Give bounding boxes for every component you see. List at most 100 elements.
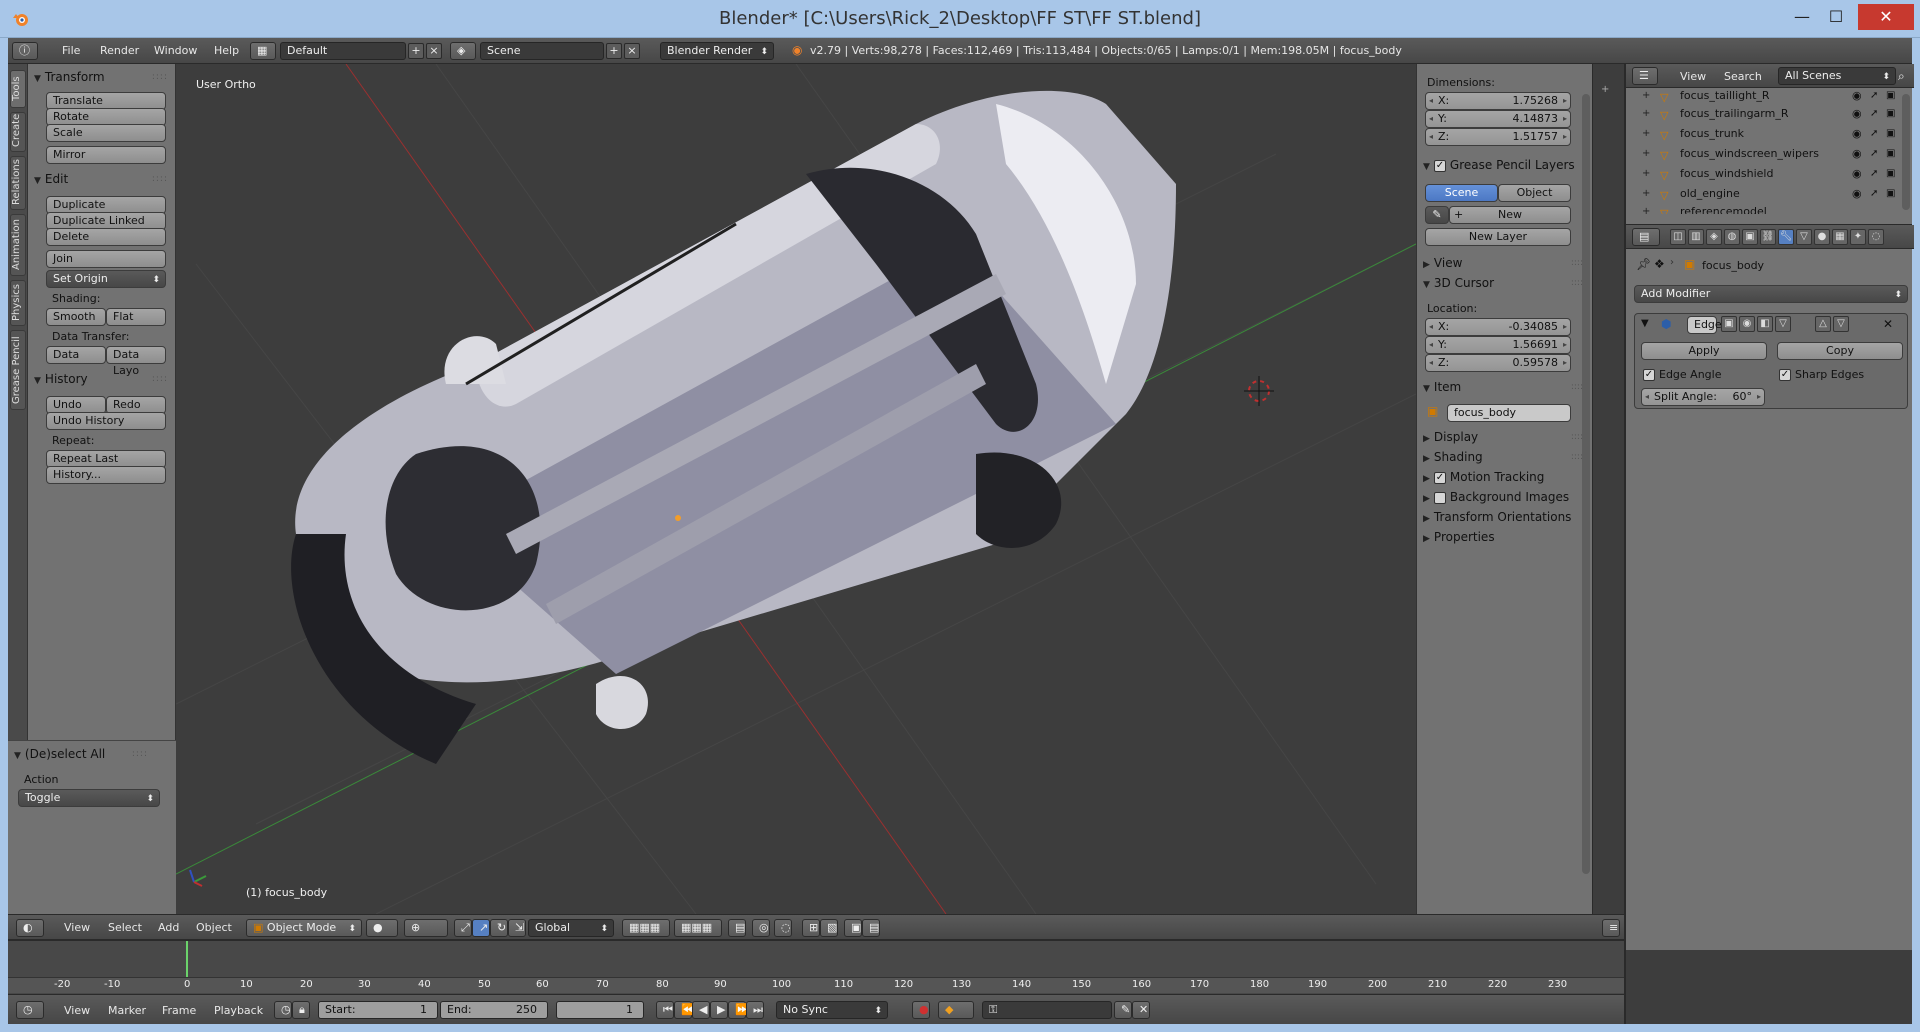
- scene-tab-button[interactable]: Scene: [1425, 184, 1498, 202]
- screen-layout-field[interactable]: Default: [280, 42, 406, 60]
- expand-icon[interactable]: +: [1642, 186, 1650, 202]
- operator-panel-header[interactable]: ▼ (De)select All::::: [14, 745, 150, 763]
- outliner-row[interactable]: + ▽ old_engine ◉ ➚ ▣: [1626, 186, 1900, 202]
- timeline-ruler[interactable]: -20 -10 0 10 20 30 40 50 60 70 80 90 100…: [8, 977, 1624, 993]
- cage-icon[interactable]: ▽: [1775, 316, 1791, 332]
- smooth-button[interactable]: Smooth: [46, 308, 106, 326]
- collapse-triangle-icon[interactable]: ▼: [1641, 318, 1649, 329]
- outliner-row[interactable]: + ▽ focus_trunk ◉ ➚ ▣: [1626, 126, 1900, 142]
- outliner-menu-search[interactable]: Search: [1724, 70, 1762, 83]
- render-camera-icon[interactable]: ▣: [1886, 146, 1895, 162]
- select-cursor-icon[interactable]: ➚: [1870, 146, 1878, 162]
- item-name-field[interactable]: focus_body: [1447, 404, 1571, 422]
- sync-mode-select[interactable]: No Sync ⬍: [776, 1001, 888, 1019]
- cursor-x-field[interactable]: ◂ X: -0.34085 ▸: [1425, 318, 1571, 336]
- checkbox-icon[interactable]: ✓: [1779, 369, 1791, 381]
- vp-menu-select[interactable]: Select: [108, 921, 142, 934]
- data-layout-button[interactable]: Data Layo: [106, 346, 166, 377]
- 3d-cursor-panel-header[interactable]: ▼ 3D Cursor::::: [1423, 274, 1585, 292]
- select-cursor-icon[interactable]: ➚: [1870, 106, 1878, 122]
- tab-grease-pencil[interactable]: Grease Pencil: [10, 330, 26, 410]
- scene-icon[interactable]: ◈: [1706, 229, 1722, 245]
- select-cursor-icon[interactable]: ➚: [1870, 88, 1878, 104]
- jump-end-icon[interactable]: ⏭: [746, 1001, 764, 1019]
- rotate-manipulator-icon[interactable]: ↻: [490, 919, 508, 937]
- tab-physics[interactable]: Physics: [10, 280, 26, 326]
- object-icon[interactable]: ▣: [1742, 229, 1758, 245]
- dimension-z-field[interactable]: ◂ Z: 1.51757 ▸: [1425, 128, 1571, 146]
- modifier-name-field[interactable]: Edge: [1687, 316, 1722, 334]
- material-icon[interactable]: ●: [1814, 229, 1830, 245]
- auto-keyframe-icon[interactable]: ●: [912, 1001, 930, 1019]
- 3d-view-editor-icon[interactable]: ◐: [16, 919, 44, 937]
- background-images-panel-header[interactable]: ▶ Background Images: [1423, 488, 1585, 506]
- maximize-button[interactable]: ☐: [1816, 4, 1856, 30]
- play-icon[interactable]: ▶: [710, 1001, 728, 1019]
- cursor-y-field[interactable]: ◂ Y: 1.56691 ▸: [1425, 336, 1571, 354]
- texture-icon[interactable]: ▦: [1832, 229, 1848, 245]
- delete-keyframe-icon[interactable]: ✕: [1132, 1001, 1150, 1019]
- tl-menu-frame[interactable]: Frame: [162, 1004, 196, 1017]
- snap-element-icon[interactable]: ▧: [820, 919, 838, 937]
- new-layer-button[interactable]: New Layer: [1425, 228, 1571, 246]
- vp-menu-view[interactable]: View: [64, 921, 90, 934]
- outliner-scrollbar[interactable]: [1902, 94, 1910, 210]
- menu-help[interactable]: Help: [214, 44, 239, 57]
- add-scene-icon[interactable]: +: [606, 43, 622, 59]
- eye-icon[interactable]: ◉: [1852, 146, 1862, 162]
- scene-field[interactable]: Scene: [480, 42, 604, 60]
- object-tab-button[interactable]: Object: [1498, 184, 1571, 202]
- layers-grid-2[interactable]: ▦▦▦: [674, 919, 722, 937]
- transform-panel-header[interactable]: ▼ Transform::::: [34, 68, 170, 86]
- apply-button[interactable]: Apply: [1641, 342, 1767, 360]
- transform-orientations-panel-header[interactable]: ▶ Transform Orientations: [1423, 508, 1585, 526]
- new-gp-button[interactable]: + New: [1449, 206, 1571, 224]
- tab-create[interactable]: Create: [10, 112, 26, 152]
- action-select[interactable]: Toggle ⬍: [18, 789, 160, 807]
- join-button[interactable]: Join: [46, 250, 166, 268]
- pivot-point-icon[interactable]: ⊕: [404, 919, 448, 937]
- view-panel-header[interactable]: ▶ View::::: [1423, 254, 1585, 272]
- render-icon[interactable]: ◫: [1670, 229, 1686, 245]
- add-modifier-select[interactable]: Add Modifier ⬍: [1634, 285, 1908, 303]
- prev-keyframe-icon[interactable]: ⏪: [674, 1001, 695, 1019]
- next-keyframe-icon[interactable]: ⏩: [728, 1001, 749, 1019]
- pencil-icon[interactable]: ✎: [1425, 206, 1449, 224]
- checkbox-icon[interactable]: ✓: [1643, 369, 1655, 381]
- outliner-row[interactable]: + ▽ focus_taillight_R ◉ ➚ ▣: [1626, 88, 1900, 104]
- 3d-viewport[interactable]: User Ortho (1) focus_body: [176, 64, 1416, 914]
- flat-button[interactable]: Flat: [106, 308, 166, 326]
- properties-toggle-icon[interactable]: ≡: [1602, 919, 1620, 937]
- transform-orientation-select[interactable]: Global ⬍: [528, 919, 614, 937]
- render-camera-icon[interactable]: ▣: [1886, 88, 1895, 104]
- insert-keyframe-icon[interactable]: ✎: [1114, 1001, 1132, 1019]
- screen-layout-icon[interactable]: ▦: [250, 42, 276, 60]
- render-only-icon[interactable]: ◎: [752, 919, 770, 937]
- render-engine-select[interactable]: Blender Render ⬍: [660, 42, 774, 60]
- tl-menu-playback[interactable]: Playback: [214, 1004, 263, 1017]
- snap-icon[interactable]: ⊞: [802, 919, 820, 937]
- delete-button[interactable]: Delete: [46, 228, 166, 246]
- constraints-icon[interactable]: ⛓: [1760, 229, 1776, 245]
- expand-icon[interactable]: +: [1642, 204, 1650, 214]
- eye-icon[interactable]: ◉: [1852, 186, 1862, 202]
- outliner-row[interactable]: + ▽ referencemodel: [1626, 204, 1900, 214]
- expand-icon[interactable]: +: [1642, 146, 1650, 162]
- expand-icon[interactable]: +: [1642, 106, 1650, 122]
- tl-menu-view[interactable]: View: [64, 1004, 90, 1017]
- outliner-row[interactable]: + ▽ focus_windscreen_wipers ◉ ➚ ▣: [1626, 146, 1900, 162]
- select-cursor-icon[interactable]: ➚: [1870, 186, 1878, 202]
- remove-layout-icon[interactable]: ×: [426, 43, 442, 59]
- viewport-shading-icon[interactable]: ●: [366, 919, 398, 937]
- sharp-edges-toggle[interactable]: ✓ Sharp Edges: [1779, 368, 1864, 381]
- render-camera-icon[interactable]: ▣: [1886, 126, 1895, 142]
- scale-button[interactable]: Scale: [46, 124, 166, 142]
- eye-icon[interactable]: ◉: [1852, 126, 1862, 142]
- viewport-eye-icon[interactable]: ◉: [1739, 316, 1755, 332]
- npanel-scrollbar[interactable]: [1582, 94, 1590, 874]
- select-cursor-icon[interactable]: ➚: [1870, 126, 1878, 142]
- render-toggle-icon[interactable]: ▣: [1721, 316, 1737, 332]
- tl-menu-marker[interactable]: Marker: [108, 1004, 146, 1017]
- render-camera-icon[interactable]: ▣: [1886, 166, 1895, 182]
- layers-grid-1[interactable]: ▦▦▦: [622, 919, 670, 937]
